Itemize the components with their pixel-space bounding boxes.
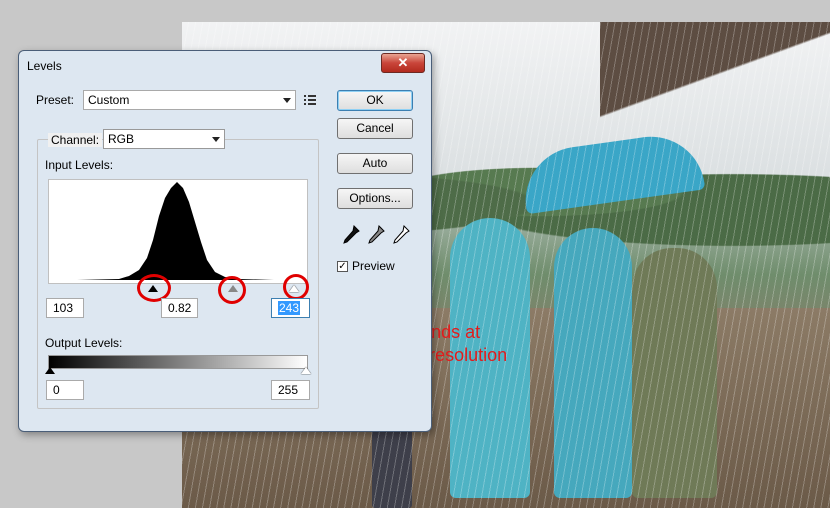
list-menu-icon[interactable] — [304, 94, 318, 109]
options-button[interactable]: Options... — [337, 188, 413, 209]
input-gamma-value: 0.82 — [168, 301, 192, 315]
output-white-field[interactable]: 255 — [271, 380, 310, 400]
output-levels-label: Output Levels: — [45, 336, 123, 350]
gray-eyedropper-icon[interactable] — [367, 224, 385, 245]
output-black-field[interactable]: 0 — [46, 380, 84, 400]
output-white-value: 255 — [278, 383, 299, 397]
preset-dropdown[interactable]: Custom — [83, 90, 296, 110]
highlight-ring — [218, 276, 246, 304]
dialog-title: Levels — [27, 59, 62, 73]
input-black-value: 103 — [53, 301, 74, 315]
input-gamma-field[interactable]: 0.82 — [161, 298, 198, 318]
input-white-value: 243 — [278, 301, 301, 315]
channel-label: Channel: — [48, 133, 103, 147]
output-white-slider[interactable] — [301, 367, 311, 374]
output-black-slider[interactable] — [45, 367, 55, 374]
input-white-field[interactable]: 243 — [271, 298, 310, 318]
auto-button[interactable]: Auto — [337, 153, 413, 174]
preview-checkbox[interactable]: ✓ — [337, 261, 348, 272]
close-icon: ✕ — [397, 55, 409, 70]
chevron-down-icon — [283, 98, 291, 103]
channel-value: RGB — [108, 132, 135, 146]
ok-button[interactable]: OK — [337, 90, 413, 111]
histogram-shape — [77, 182, 274, 280]
white-eyedropper-icon[interactable] — [392, 224, 410, 245]
histogram — [48, 179, 308, 284]
black-eyedropper-icon[interactable] — [342, 224, 360, 245]
cancel-button[interactable]: Cancel — [337, 118, 413, 139]
input-levels-label: Input Levels: — [45, 158, 114, 172]
highlight-ring — [283, 274, 309, 300]
input-black-field[interactable]: 103 — [46, 298, 84, 318]
preset-label: Preset: — [36, 93, 75, 107]
channel-dropdown[interactable]: RGB — [103, 129, 225, 149]
title-bar[interactable]: Levels ✕ — [19, 51, 431, 79]
output-black-value: 0 — [53, 383, 60, 397]
check-icon: ✓ — [338, 261, 347, 272]
preset-value: Custom — [88, 93, 130, 107]
output-gradient — [48, 355, 308, 369]
close-button[interactable]: ✕ — [381, 53, 425, 73]
preview-label: Preview — [352, 259, 395, 273]
chevron-down-icon — [212, 137, 220, 142]
